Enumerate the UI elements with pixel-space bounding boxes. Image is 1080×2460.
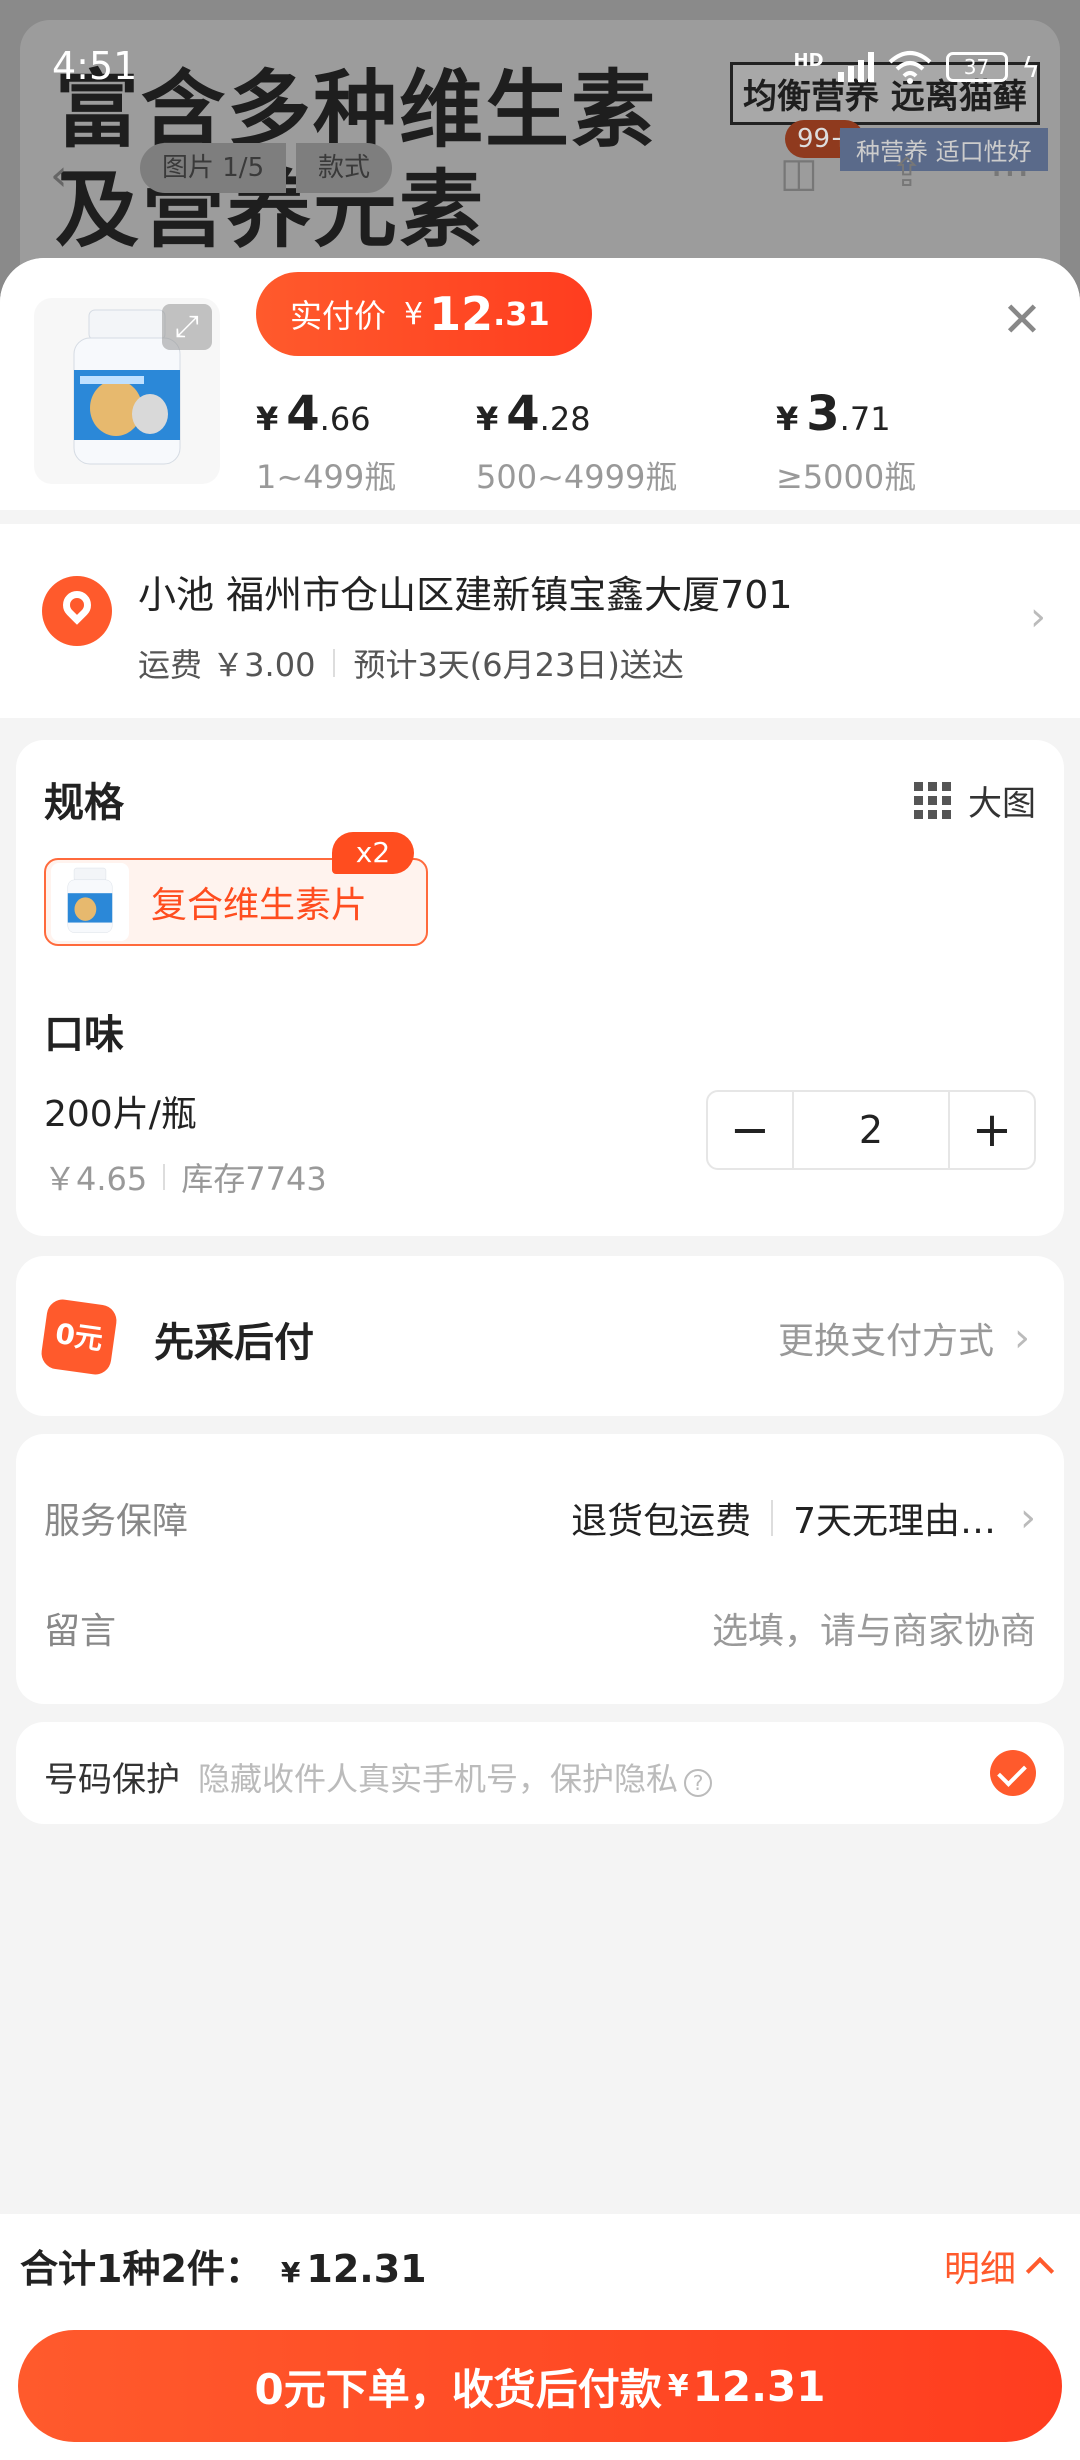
expand-icon[interactable]: ⤢ bbox=[162, 304, 212, 350]
service-return-shipping: 退货包运费 bbox=[571, 1501, 752, 1542]
order-total: 合计1种2件： ¥ 12.31 bbox=[20, 2247, 427, 2291]
price-tier: ¥4.66 1~499瓶 bbox=[256, 386, 397, 496]
location-pin-icon bbox=[42, 576, 112, 646]
unit-price: ￥4.65 bbox=[44, 1160, 148, 1198]
price-tier: ¥3.71 ≥5000瓶 bbox=[776, 386, 917, 496]
help-icon[interactable]: ? bbox=[684, 1769, 713, 1797]
checkout-footer: 合计1种2件： ¥ 12.31 明细 0元下单，收货后付款 ¥ 12.31 bbox=[0, 2214, 1080, 2460]
chevron-right-icon: › bbox=[1014, 1315, 1030, 1361]
pay-later-icon: 0元 bbox=[39, 1297, 119, 1377]
spec-title: 规格 bbox=[44, 780, 124, 826]
option-count-badge: x2 bbox=[332, 832, 414, 874]
place-order-button[interactable]: 0元下单，收货后付款 ¥ 12.31 bbox=[18, 2330, 1062, 2442]
price-detail-button[interactable]: 明细 bbox=[944, 2240, 1055, 2292]
taste-title: 口味 bbox=[44, 1012, 124, 1058]
charging-icon: ϟ bbox=[1021, 50, 1040, 84]
change-payment-button[interactable]: 更换支付方式 › bbox=[778, 1312, 1030, 1364]
chevron-right-icon: › bbox=[1030, 594, 1046, 640]
message-label: 留言 bbox=[44, 1611, 117, 1652]
payment-title: 先采后付 bbox=[154, 1320, 314, 1366]
privacy-desc: 隐藏收件人真实手机号，保护隐私? bbox=[198, 1754, 713, 1800]
signal-icon bbox=[837, 52, 874, 82]
shipping-info: 运费 ￥3.00 预计3天(6月23日)送达 bbox=[138, 640, 684, 686]
shipping-fee: 运费 ￥3.00 bbox=[138, 646, 316, 684]
status-bar: 4:51 HD 37 ϟ bbox=[0, 0, 1080, 110]
option-thumbnail bbox=[51, 863, 129, 941]
quantity-input[interactable]: 2 bbox=[792, 1092, 950, 1168]
image-counter-tab[interactable]: 图片 1/5 bbox=[140, 143, 287, 193]
sheet-header: ⤢ 实付价 ¥ 12 .31 ✕ ¥4.66 1~499瓶 ¥4.28 500~… bbox=[0, 258, 1080, 510]
increase-button[interactable]: + bbox=[950, 1092, 1034, 1168]
divider bbox=[771, 1500, 774, 1536]
more-icon[interactable]: ⋯ bbox=[990, 150, 1030, 196]
big-image-button[interactable]: 大图 bbox=[914, 776, 1036, 825]
cart-icon[interactable]: ◫ bbox=[780, 150, 818, 196]
payment-method-card[interactable]: 0元 先采后付 更换支付方式 › bbox=[16, 1256, 1064, 1416]
status-icons: HD 37 ϟ bbox=[793, 50, 1040, 84]
number-protection-row: 号码保护 隐藏收件人真实手机号，保护隐私? bbox=[16, 1722, 1064, 1824]
network-type: HD bbox=[793, 50, 824, 71]
price-tiers: ¥4.66 1~499瓶 ¥4.28 500~4999瓶 ¥3.71 ≥5000… bbox=[256, 386, 1056, 498]
stock-count: 库存7743 bbox=[181, 1160, 327, 1198]
decrease-button[interactable]: − bbox=[708, 1092, 792, 1168]
privacy-label: 号码保护 bbox=[44, 1760, 180, 1800]
back-arrow-icon[interactable]: ‹ bbox=[50, 150, 68, 201]
wifi-icon bbox=[888, 51, 931, 84]
service-no-reason-return: 7天无理由… bbox=[793, 1501, 996, 1542]
actual-price-pill: 实付价 ¥ 12 .31 bbox=[256, 272, 592, 356]
battery-icon: 37 bbox=[945, 52, 1008, 82]
message-input[interactable]: 选填，请与商家协商 bbox=[712, 1602, 1036, 1654]
address-text: 小池 福州市仓山区建新镇宝鑫大厦701 bbox=[138, 573, 793, 617]
share-icon[interactable]: ⇪ bbox=[890, 150, 924, 196]
status-time: 4:51 bbox=[52, 44, 138, 88]
spec-card: 规格 大图 复合维生素片 x2 口味 200片/瓶 ￥4.65 库存7743 −… bbox=[16, 740, 1064, 1236]
grid-icon bbox=[914, 781, 952, 820]
price-tier: ¥4.28 500~4999瓶 bbox=[476, 386, 678, 496]
divider bbox=[163, 1164, 166, 1190]
chevron-up-icon bbox=[1025, 2256, 1055, 2286]
divider bbox=[333, 649, 336, 677]
quantity-stepper: − 2 + bbox=[706, 1090, 1036, 1170]
close-icon[interactable]: ✕ bbox=[1000, 296, 1044, 344]
style-tab[interactable]: 款式 bbox=[296, 143, 393, 193]
address-row[interactable]: 小池 福州市仓山区建新镇宝鑫大厦701 运费 ￥3.00 预计3天(6月23日)… bbox=[0, 524, 1080, 718]
chevron-right-icon: › bbox=[1020, 1495, 1036, 1541]
sku-selection-sheet: ⤢ 实付价 ¥ 12 .31 ✕ ¥4.66 1~499瓶 ¥4.28 500~… bbox=[0, 258, 1080, 2460]
delivery-estimate: 预计3天(6月23日)送达 bbox=[353, 646, 684, 684]
option-label: 复合维生素片 bbox=[151, 885, 368, 926]
service-guarantee-row[interactable]: 服务保障 退货包运费 7天无理由… › bbox=[44, 1492, 1036, 1544]
service-label: 服务保障 bbox=[44, 1501, 189, 1542]
privacy-checkbox[interactable] bbox=[990, 1750, 1036, 1796]
service-card: 服务保障 退货包运费 7天无理由… › 留言 选填，请与商家协商 bbox=[16, 1434, 1064, 1704]
taste-value: 200片/瓶 bbox=[44, 1094, 197, 1135]
message-row[interactable]: 留言 选填，请与商家协商 bbox=[44, 1602, 1036, 1654]
taste-meta: ￥4.65 库存7743 bbox=[44, 1154, 327, 1200]
